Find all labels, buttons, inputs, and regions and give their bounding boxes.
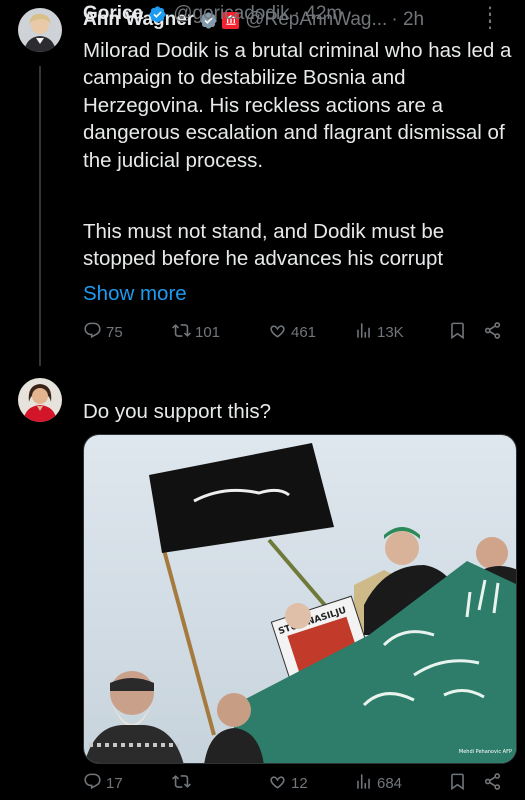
author-name[interactable]: Gorica (83, 3, 143, 25)
share-icon (483, 321, 502, 344)
avatar[interactable] (18, 8, 62, 52)
tweet-text-continued: This must not stand, and Dodik must be s… (83, 220, 445, 271)
reply-icon (83, 772, 102, 795)
repost-button[interactable]: 101 (172, 321, 220, 344)
views-icon (354, 321, 373, 344)
like-count: 12 (291, 774, 308, 792)
avatar[interactable] (18, 378, 62, 422)
share-button[interactable] (483, 321, 502, 344)
views-count: 13K (377, 323, 404, 341)
author-handle[interactable]: @goricadodik (173, 3, 289, 25)
reply-icon (83, 321, 102, 344)
repost-count: 101 (195, 323, 221, 341)
repost-button[interactable] (172, 772, 191, 795)
tweet-text: Do you support this? (83, 400, 272, 423)
bookmark-button[interactable] (448, 772, 467, 795)
reply-button[interactable]: 75 (83, 321, 123, 344)
reply-button[interactable]: 17 (83, 772, 123, 795)
photo-credit: Mehdi Pehanovic AFP (459, 749, 512, 755)
tweet-header: Gorica @goricadodik · 42m ⋮ (83, 0, 511, 28)
bookmark-icon (448, 321, 467, 344)
bookmark-button[interactable] (448, 321, 467, 344)
repost-icon (172, 321, 191, 344)
like-icon (268, 321, 287, 344)
reply-count: 75 (106, 323, 123, 341)
show-more-link[interactable]: Show more (83, 280, 513, 307)
like-button[interactable]: 12 (268, 772, 308, 795)
tweet-ann-wagner[interactable]: Ann Wagner @RepAnnWag... · 2h ⋮ Milorad … (0, 0, 525, 364)
views-icon (354, 772, 373, 795)
views-count: 684 (377, 774, 403, 792)
more-icon[interactable]: ⋮ (480, 2, 500, 27)
tweet-image[interactable]: STOP NASILJU Mehdi Pehanovic AFP (83, 434, 517, 764)
action-bar: 75 101 461 13K (83, 319, 513, 345)
views-button[interactable]: 13K (354, 321, 404, 344)
reply-count: 17 (106, 774, 123, 792)
tweet-text: Milorad Dodik is a brutal criminal who h… (83, 39, 512, 172)
like-icon (268, 772, 287, 795)
like-count: 461 (291, 323, 317, 341)
tweet-time[interactable]: · 42m (294, 3, 343, 25)
bookmark-icon (448, 772, 467, 795)
repost-icon (172, 772, 191, 795)
share-icon (483, 772, 502, 795)
like-button[interactable]: 461 (268, 321, 316, 344)
action-bar: 17 12 684 (83, 770, 513, 796)
verified-icon (148, 5, 167, 24)
share-button[interactable] (483, 772, 502, 795)
views-button[interactable]: 684 (354, 772, 402, 795)
